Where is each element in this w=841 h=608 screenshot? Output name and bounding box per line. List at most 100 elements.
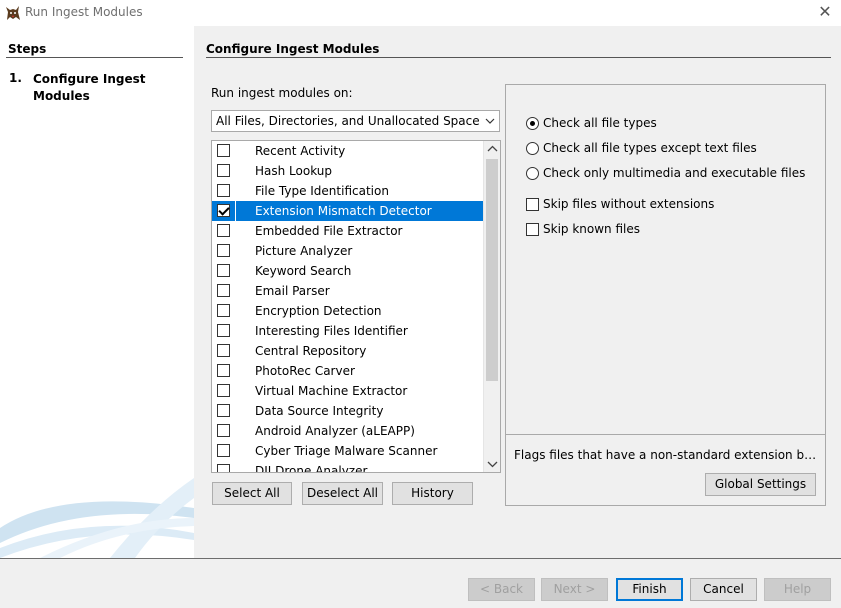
scroll-up-icon[interactable] [484, 141, 501, 157]
module-checkbox[interactable] [217, 324, 230, 337]
radio-label: Check all file types [543, 116, 657, 130]
module-checkbox[interactable] [217, 204, 230, 217]
module-description: Flags files that have a non-standard ext… [514, 448, 818, 462]
radio-label: Check only multimedia and executable fil… [543, 166, 806, 180]
title-divider [206, 57, 831, 58]
check-skip-no-extension[interactable]: Skip files without extensions [526, 196, 714, 212]
module-checkbox[interactable] [217, 164, 230, 177]
module-name: Recent Activity [255, 144, 346, 158]
radio-check-all[interactable]: Check all file types [526, 115, 657, 131]
module-row[interactable]: Picture Analyzer [212, 241, 483, 261]
check-skip-known[interactable]: Skip known files [526, 221, 640, 237]
cell-separator [235, 281, 236, 301]
scroll-down-icon[interactable] [484, 456, 501, 472]
module-name: File Type Identification [255, 184, 389, 198]
radio-label: Check all file types except text files [543, 141, 757, 155]
module-row[interactable]: Virtual Machine Extractor [212, 381, 483, 401]
module-checkbox[interactable] [217, 424, 230, 437]
decorative-wave-graphic [0, 478, 194, 558]
run-on-select[interactable]: All Files, Directories, and Unallocated … [211, 110, 500, 132]
help-button[interactable]: Help [764, 578, 831, 601]
module-checkbox[interactable] [217, 284, 230, 297]
cell-separator [235, 361, 236, 381]
run-on-label: Run ingest modules on: [211, 86, 353, 100]
radio-button[interactable] [526, 141, 539, 155]
back-button[interactable]: < Back [468, 578, 535, 601]
module-name: Cyber Triage Malware Scanner [255, 444, 438, 458]
checkbox-label: Skip files without extensions [543, 197, 715, 211]
module-row[interactable]: Keyword Search [212, 261, 483, 281]
module-name: Keyword Search [255, 264, 352, 278]
module-list-scrollbar[interactable] [483, 141, 500, 472]
module-checkbox[interactable] [217, 144, 230, 157]
module-checkbox[interactable] [217, 184, 230, 197]
step-number: 1. [9, 71, 22, 85]
module-checkbox[interactable] [217, 444, 230, 457]
module-name: Interesting Files Identifier [255, 324, 408, 338]
cell-separator [235, 181, 236, 201]
chevron-down-icon [485, 118, 495, 124]
checkbox-label: Skip known files [543, 222, 640, 236]
scroll-thumb[interactable] [486, 159, 498, 381]
module-row[interactable]: Encryption Detection [212, 301, 483, 321]
checkbox[interactable] [526, 222, 539, 236]
module-checkbox[interactable] [217, 224, 230, 237]
module-checkbox[interactable] [217, 464, 230, 472]
radio-button[interactable] [526, 166, 539, 180]
module-row[interactable]: Hash Lookup [212, 161, 483, 181]
ingest-module-list[interactable]: Recent Activity Hash Lookup File Type Iden… [211, 140, 501, 473]
radio-button[interactable] [526, 116, 539, 130]
module-row[interactable]: Data Source Integrity [212, 401, 483, 421]
module-name: Encryption Detection [255, 304, 382, 318]
module-name: Virtual Machine Extractor [255, 384, 408, 398]
module-row[interactable]: Embedded File Extractor [212, 221, 483, 241]
module-row[interactable]: PhotoRec Carver [212, 361, 483, 381]
module-name: Hash Lookup [255, 164, 333, 178]
module-row[interactable]: DJI Drone Analyzer [212, 461, 483, 472]
cell-separator [235, 241, 236, 261]
module-row[interactable]: Email Parser [212, 281, 483, 301]
module-checkbox[interactable] [217, 404, 230, 417]
module-row[interactable]: Central Repository [212, 341, 483, 361]
cell-separator [235, 141, 236, 161]
cell-separator [235, 461, 236, 472]
history-button[interactable]: History [392, 482, 473, 505]
module-checkbox[interactable] [217, 264, 230, 277]
cancel-button[interactable]: Cancel [690, 578, 757, 601]
module-checkbox[interactable] [217, 304, 230, 317]
module-description-panel: Flags files that have a non-standard ext… [505, 435, 826, 506]
module-row[interactable]: Extension Mismatch Detector [212, 201, 483, 221]
radio-check-multimedia[interactable]: Check only multimedia and executable fil… [526, 165, 805, 181]
finish-button[interactable]: Finish [616, 578, 683, 601]
cell-separator [235, 381, 236, 401]
global-settings-button[interactable]: Global Settings [705, 473, 816, 496]
radio-check-except-text[interactable]: Check all file types except text files [526, 140, 757, 156]
module-checkbox[interactable] [217, 364, 230, 377]
cell-separator [235, 261, 236, 281]
module-row[interactable]: File Type Identification [212, 181, 483, 201]
module-name: Data Source Integrity [255, 404, 384, 418]
module-checkbox[interactable] [217, 244, 230, 257]
page-title: Configure Ingest Modules [206, 42, 380, 56]
close-icon[interactable]: ✕ [817, 3, 833, 21]
steps-panel: Steps 1. Configure Ingest Modules [0, 26, 194, 558]
select-all-button[interactable]: Select All [212, 482, 292, 505]
next-button[interactable]: Next > [541, 578, 608, 601]
module-settings-panel: Check all file types Check all file type… [505, 84, 826, 435]
module-row[interactable]: Recent Activity [212, 141, 483, 161]
cell-separator [235, 421, 236, 441]
module-row[interactable]: Cyber Triage Malware Scanner [212, 441, 483, 461]
cell-separator [235, 221, 236, 241]
module-row[interactable]: Interesting Files Identifier [212, 321, 483, 341]
module-name: Embedded File Extractor [255, 224, 403, 238]
deselect-all-button[interactable]: Deselect All [302, 482, 383, 505]
module-checkbox[interactable] [217, 384, 230, 397]
steps-divider [6, 57, 183, 58]
module-checkbox[interactable] [217, 344, 230, 357]
module-row[interactable]: Android Analyzer (aLEAPP) [212, 421, 483, 441]
cell-separator [235, 321, 236, 341]
cell-separator [235, 401, 236, 421]
module-name: Android Analyzer (aLEAPP) [255, 424, 415, 438]
checkbox[interactable] [526, 197, 539, 211]
configure-panel: Configure Ingest Modules Run ingest modu… [194, 26, 841, 558]
